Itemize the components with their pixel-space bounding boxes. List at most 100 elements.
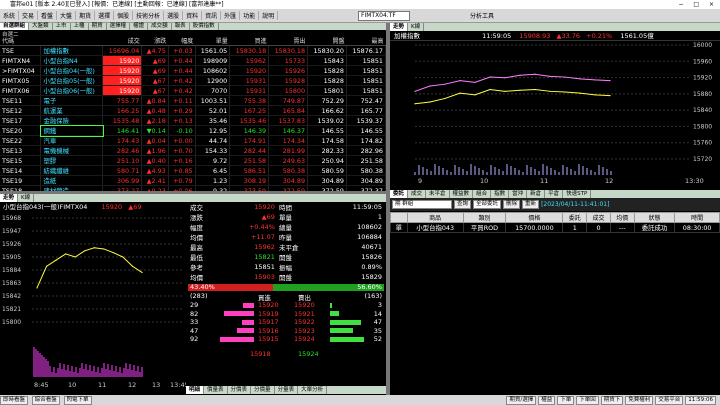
ask-price[interactable]: 15921 — [292, 310, 328, 319]
ask-price[interactable]: 15923 — [292, 327, 328, 336]
status-item[interactable]: 下單回 — [576, 396, 599, 405]
tab-price-qty[interactable]: 分價量 — [251, 386, 275, 394]
tab-stp[interactable]: 快速STP — [563, 190, 592, 198]
table-row[interactable]: >FIMTX04 小型台指04(一般) 15920 ▲69 +0.44 108602 159… — [0, 65, 387, 76]
status-combined[interactable]: 綜合看盤 — [31, 396, 60, 405]
tab-watchlist[interactable]: 自選群組 — [0, 23, 30, 30]
menu-item-view[interactable]: 看盤 — [38, 11, 58, 20]
status-flash-order[interactable]: 閃電下單 — [63, 396, 92, 405]
ladder-row[interactable]: 92 15915 15924 52 — [188, 335, 384, 344]
menu-item-stock[interactable]: 個股 — [114, 11, 134, 20]
refresh-button[interactable]: 重新 — [522, 200, 540, 209]
tab-price-volume[interactable]: 價量表 — [204, 386, 228, 394]
ladder-row[interactable]: 47 15916 15923 35 — [188, 327, 384, 336]
window-controls[interactable]: − □ × — [678, 0, 718, 9]
menu-item-func[interactable]: 功能 — [240, 11, 260, 20]
ladder-row[interactable]: 33 15917 15922 47 — [188, 318, 384, 327]
table-row[interactable]: TSE13 電機機械 282.46 ▲1.96 +0.70 154.33 282.44 281… — [0, 145, 387, 156]
tab-turnover[interactable]: 成交額 — [148, 23, 172, 30]
status-item[interactable]: 期貨/選擇 — [506, 396, 537, 405]
table-row[interactable]: TSE 加權指數 15696.04 ▲4.75 +0.03 1561.05 15830.18… — [0, 45, 387, 56]
column-header[interactable]: 價格 — [505, 212, 564, 223]
delete-button[interactable]: 刪除 — [503, 200, 521, 209]
column-header[interactable]: 均價 — [609, 212, 635, 223]
table-row[interactable]: TSE20 鋼鐵 146.41 ▼0.14 -0.10 12.95 146.39 146.37… — [0, 124, 387, 137]
menu-item-fx[interactable]: 外匯 — [221, 11, 241, 20]
index-line-chart[interactable]: 16000 15960 15920 15880 15840 15800 15760 15720… — [390, 41, 720, 187]
status-item[interactable]: 免費權利 — [625, 396, 654, 405]
menu-item-futures[interactable]: 期貨 — [76, 11, 96, 20]
tab-new[interactable]: 新倉 — [527, 190, 546, 198]
column-header[interactable]: 時間 — [674, 212, 720, 223]
ask-price[interactable]: 15924 — [292, 335, 328, 344]
status-item[interactable]: 期貨下 — [600, 396, 624, 405]
column-header[interactable]: 委託 — [562, 212, 588, 223]
column-header[interactable]: 最高 — [346, 36, 386, 46]
tab-qty-table[interactable]: 分量表 — [275, 386, 299, 394]
column-header[interactable] — [390, 212, 408, 223]
ask-price[interactable]: 15920 — [292, 301, 328, 310]
tab-options[interactable]: 選擇權 — [107, 23, 131, 30]
table-row[interactable]: TSE14 紡織纖維 580.71 ▲4.93 +0.85 6.45 586.51 580.3… — [0, 165, 387, 176]
column-header[interactable]: 類別 — [462, 212, 507, 223]
menu-item-options[interactable]: 選擇 — [95, 11, 115, 20]
menu-item-info[interactable]: 資訊 — [202, 11, 222, 20]
table-row[interactable]: FIMTX05 小型台指05(一般) 15920 ▲67 +0.42 12900 15931… — [0, 75, 387, 86]
column-header[interactable]: 買進 — [229, 36, 269, 46]
menu-item-market[interactable]: 大盤 — [57, 11, 77, 20]
tab-idx[interactable]: 指數 — [491, 190, 510, 198]
table-row[interactable]: TSE22 汽車 174.43 ▲0.04 +0.00 44.74 174.91 174.34… — [0, 135, 387, 146]
table-row[interactable]: TSE17 金融保險 1535.48 ▲2.18 +0.13 35.46 1535.46 15… — [0, 115, 387, 126]
menu-item-trade[interactable]: 交易 — [19, 11, 39, 20]
tab-ticks[interactable]: 明細 — [186, 386, 205, 394]
table-row[interactable]: TSE11 電子 755.77 ▲0.84 +0.11 1003.51 755.38 749.… — [0, 95, 387, 106]
column-header[interactable]: 賣出 — [268, 36, 308, 46]
bid-price[interactable]: 15920 — [256, 301, 292, 310]
tab-listed[interactable]: 上市 — [53, 23, 71, 30]
tab-fills[interactable]: 成交 — [408, 190, 427, 198]
table-row[interactable]: FIMTX06 小型台指06(一般) 15920 ▲67 +0.42 7070 15931 1… — [0, 85, 387, 96]
bid-price[interactable]: 15919 — [256, 310, 292, 319]
column-header[interactable]: 成交 — [586, 212, 611, 223]
tab-combo[interactable]: 組合 — [473, 190, 492, 198]
column-header[interactable]: 狀態 — [633, 212, 676, 223]
column-header[interactable]: 漲跌 — [141, 36, 169, 46]
tab-trend-left[interactable]: 走勢 — [0, 194, 19, 202]
column-header[interactable]: 單量 — [195, 36, 230, 46]
menu-item-help[interactable]: 說明 — [259, 11, 279, 20]
analysis-tools-button[interactable]: 分析工具 — [470, 11, 494, 20]
table-row[interactable]: TSE15 塑膠 251.10 ▲0.40 +0.16 9.72 251.58 249.63 2… — [0, 155, 387, 166]
status-item[interactable]: 交易平台 — [655, 396, 684, 405]
table-row[interactable]: TSE19 造紙 306.99 ▲2.41 +0.79 1.23 308.19 304.89 3… — [0, 175, 387, 186]
status-live[interactable]: 即時看盤 — [0, 396, 29, 405]
filter-select[interactable]: 全部委託 — [473, 200, 502, 209]
ask-price[interactable]: 15922 — [292, 318, 328, 327]
column-header[interactable]: 開盤 — [307, 36, 347, 46]
status-item[interactable]: 下單 — [557, 396, 575, 405]
bid-price[interactable]: 15917 — [256, 318, 292, 327]
futures-line-chart[interactable]: 15968 15947 15926 15905 15884 15863 15842 15821… — [0, 212, 186, 388]
tab-index[interactable]: 大盤類 — [29, 23, 53, 30]
table-row[interactable]: 單小型台指043 平買ROD 15700.0000 1 0 --- 委託成功 08:30:00 — [390, 222, 720, 233]
menu-item-tech[interactable]: 技術分析 — [133, 11, 165, 20]
menu-item-screen[interactable]: 選股 — [164, 11, 184, 20]
tab-daytrade[interactable]: 當沖 — [509, 190, 528, 198]
tab-report[interactable]: 報表 — [172, 23, 190, 30]
column-header[interactable]: 成交 — [102, 36, 142, 46]
ladder-row[interactable]: 29 15920 15920 3 — [188, 301, 384, 310]
tab-kline[interactable]: K線 — [408, 23, 425, 31]
status-item[interactable]: 權益 — [538, 396, 556, 405]
column-header[interactable]: 幅度 — [168, 36, 196, 46]
menu-item-system[interactable]: 系統 — [0, 11, 20, 20]
tab-kline-left[interactable]: K線 — [18, 194, 35, 202]
tab-price-dist[interactable]: 分價表 — [228, 386, 252, 394]
tab-futures[interactable]: 期貨 — [89, 23, 107, 30]
order-cell[interactable]: 單 — [390, 222, 408, 233]
bid-price[interactable]: 15916 — [256, 327, 292, 336]
tab-big-order[interactable]: 大單分析 — [298, 386, 328, 394]
query-button[interactable]: 查詢 — [454, 200, 472, 209]
ladder-row[interactable]: 82 15919 15921 14 — [188, 310, 384, 319]
column-header[interactable]: 代碼 — [0, 36, 41, 46]
table-row[interactable]: FIMTXN4 小型台指N4 15920 ▲69 +0.44 198909 15962 157… — [0, 55, 387, 66]
tab-otc[interactable]: 上櫃 — [71, 23, 89, 30]
